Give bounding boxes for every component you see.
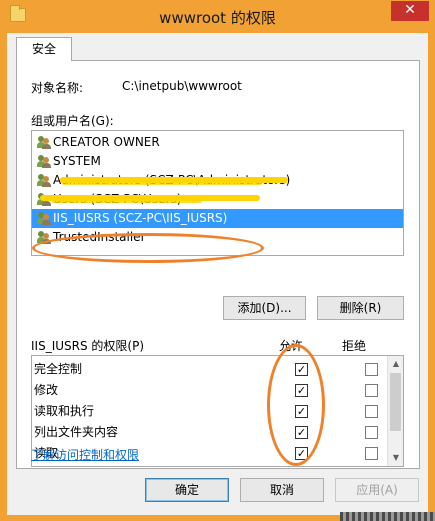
allow-checkbox[interactable]: ✓ <box>295 447 308 460</box>
users-group-icon <box>37 231 51 244</box>
add-button[interactable]: 添加(D)... <box>223 296 306 320</box>
user-label: TrustedInstaller <box>53 230 146 244</box>
deny-checkbox[interactable] <box>365 447 378 460</box>
users-group-icon <box>37 136 51 149</box>
scroll-thumb[interactable] <box>390 373 401 431</box>
list-item-system[interactable]: SYSTEM <box>32 152 403 171</box>
dialog-client-area: 安全 对象名称: C:\inetpub\wwwroot 组或用户名(G): CR… <box>7 33 428 515</box>
user-label: CREATOR OWNER <box>53 135 160 149</box>
users-group-icon <box>37 174 51 187</box>
permission-row: 列出文件夹内容 ✓ <box>32 422 388 443</box>
remove-button[interactable]: 删除(R) <box>317 296 404 320</box>
permissions-title: IIS_IUSRS 的权限(P) <box>31 339 145 353</box>
permission-name: 修改 <box>34 383 59 397</box>
scroll-up-icon[interactable]: ▲ <box>388 356 403 372</box>
permissions-scrollbar[interactable]: ▲ ▼ <box>387 356 403 466</box>
permission-row: 读取和执行 ✓ <box>32 401 388 422</box>
users-group-icon <box>37 155 51 168</box>
permissions-dialog: wwwroot 的权限 ✕ 安全 对象名称: C:\inetpub\wwwroo… <box>0 0 435 521</box>
apply-button[interactable]: 应用(A) <box>335 478 419 502</box>
redaction-scribble <box>52 199 202 203</box>
permission-row: 修改 ✓ <box>32 380 388 401</box>
title-bar: wwwroot 的权限 ✕ <box>0 0 435 34</box>
window-title: wwwroot 的权限 <box>159 9 276 27</box>
deny-checkbox[interactable] <box>365 405 378 418</box>
tab-security[interactable]: 安全 <box>16 37 72 61</box>
deny-checkbox[interactable] <box>365 363 378 376</box>
user-label: IIS_IUSRS (SCZ-PC\IIS_IUSRS) <box>53 211 228 225</box>
groups-list[interactable]: CREATOR OWNER SYSTEM Administrators (SCZ… <box>31 130 404 256</box>
allow-checkbox[interactable]: ✓ <box>295 384 308 397</box>
ok-button[interactable]: 确定 <box>145 478 229 502</box>
object-name-label: 对象名称: <box>31 81 84 95</box>
background-strip <box>340 512 435 521</box>
allow-checkbox[interactable]: ✓ <box>295 405 308 418</box>
deny-checkbox[interactable] <box>365 426 378 439</box>
allow-checkbox[interactable]: ✓ <box>295 363 308 376</box>
users-group-icon <box>37 212 51 225</box>
permission-row: 完全控制 ✓ <box>32 359 388 380</box>
permission-name: 列出文件夹内容 <box>34 425 119 439</box>
scroll-down-icon[interactable]: ▼ <box>388 450 403 466</box>
permission-name: 完全控制 <box>34 362 83 376</box>
groups-label: 组或用户名(G): <box>31 114 114 128</box>
deny-checkbox[interactable] <box>365 384 378 397</box>
close-button[interactable]: ✕ <box>391 1 429 21</box>
object-name-value: C:\inetpub\wwwroot <box>122 79 242 93</box>
cancel-button[interactable]: 取消 <box>240 478 324 502</box>
security-tab-panel: 对象名称: C:\inetpub\wwwroot 组或用户名(G): CREAT… <box>16 60 420 469</box>
list-item-creator-owner[interactable]: CREATOR OWNER <box>32 133 403 152</box>
redaction-scribble <box>62 181 262 185</box>
permission-name: 读取和执行 <box>34 404 95 418</box>
allow-checkbox[interactable]: ✓ <box>295 426 308 439</box>
list-item-iis-iusrs[interactable]: IIS_IUSRS (SCZ-PC\IIS_IUSRS) <box>32 209 403 228</box>
deny-column-header: 拒绝 <box>342 339 367 353</box>
user-label: SYSTEM <box>53 154 101 168</box>
learn-permissions-link[interactable]: 了解访问控制和权限 <box>31 446 139 463</box>
list-item-trustedinstaller[interactable]: TrustedInstaller <box>32 228 403 247</box>
allow-column-header: 允许 <box>279 339 304 353</box>
